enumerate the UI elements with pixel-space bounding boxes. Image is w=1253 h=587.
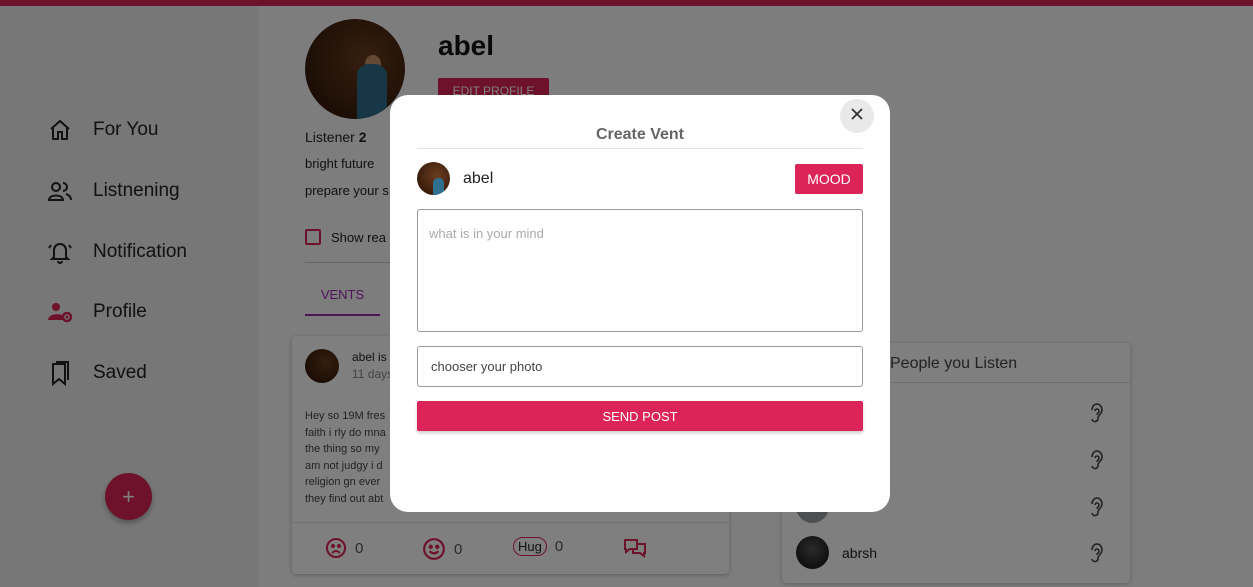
dialog-title: Create Vent xyxy=(595,126,685,143)
vent-textarea[interactable] xyxy=(417,209,863,332)
create-vent-dialog: Create Vent abel MOOD chooser your photo… xyxy=(390,95,890,512)
dialog-username: abel xyxy=(463,170,494,187)
mood-button[interactable]: MOOD xyxy=(795,164,863,194)
photo-upload-field[interactable]: chooser your photo xyxy=(417,346,863,387)
divider xyxy=(417,148,863,149)
close-icon xyxy=(850,107,864,126)
avatar xyxy=(417,162,450,195)
send-post-button[interactable]: SEND POST xyxy=(417,401,863,431)
